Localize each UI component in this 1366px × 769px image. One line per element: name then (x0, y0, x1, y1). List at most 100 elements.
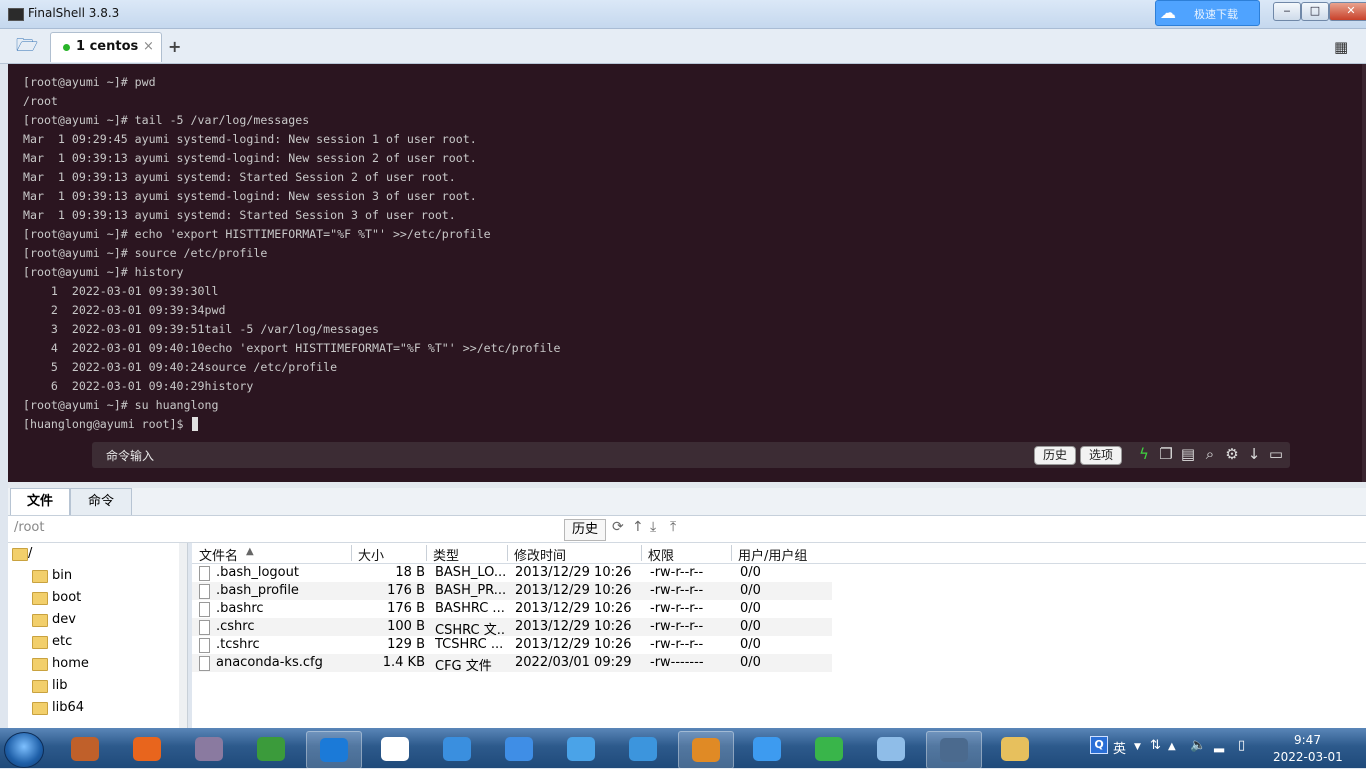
column-divider (426, 545, 427, 561)
folder-icon (32, 570, 48, 583)
tree-node-home[interactable]: home (8, 653, 183, 675)
terminal[interactable]: [root@ayumi ~]# pwd/root [root@ayumi ~]# … (8, 64, 1366, 482)
file-icon (199, 602, 210, 617)
file-row[interactable]: .tcshrc 129 B TCSHRC ... 2013/12/29 10:26 -r… (192, 636, 832, 654)
file-row[interactable]: .cshrc 100 B CSHRC 文... 2013/12/29 10:26 -rw… (192, 618, 832, 638)
file-name: .cshrc (216, 619, 255, 634)
file-modified: 2013/12/29 10:26 (515, 619, 632, 634)
terminal-line: Mar 1 09:29:45 ayumi systemd-logind: New… (23, 132, 477, 146)
taskbar-vmware-icon[interactable] (678, 731, 734, 769)
file-row[interactable]: anaconda-ks.cfg 1.4 KB CFG 文件 2022/03/01 09… (192, 654, 832, 674)
paste-icon[interactable]: ▤ (1178, 445, 1198, 463)
tab-label: 1 centos (76, 39, 139, 54)
clock-time[interactable]: 9:47 (1294, 733, 1321, 747)
download-icon[interactable]: ⤓ (650, 519, 656, 535)
history-button[interactable]: 历史 (1034, 446, 1076, 465)
terminal-line: 1 2022-03-01 09:39:30ll (23, 284, 219, 298)
tree-node-root[interactable]: / (8, 543, 183, 565)
tree-node-etc[interactable]: etc (8, 631, 183, 653)
path-bar: /root 历史 ⟳ ↑ ⤓ ⤒ (8, 516, 1366, 543)
maximize-button[interactable]: □ (1301, 2, 1329, 21)
tab-commands[interactable]: 命令 (70, 488, 132, 515)
column-header-permissions[interactable]: 权限 (648, 545, 674, 564)
minimize-button[interactable]: ‒ (1273, 2, 1301, 21)
taskbar-feishu-icon[interactable] (492, 731, 546, 767)
taskbar-chrome-icon[interactable] (244, 731, 298, 767)
ime-language[interactable]: 英 (1113, 738, 1126, 757)
terminal-line: [root@ayumi ~]# echo 'export HISTTIMEFOR… (23, 227, 491, 241)
taskbar-wechat-icon[interactable] (802, 731, 856, 767)
file-permissions: -rw-r--r-- (650, 583, 704, 598)
start-button[interactable] (4, 732, 44, 768)
column-header-owner[interactable]: 用户/用户组 (738, 545, 807, 564)
taskbar-chrome-canary-icon[interactable] (58, 731, 112, 767)
chat-1-glyph (567, 737, 595, 761)
taskbar-dvd-icon[interactable] (182, 731, 236, 767)
file-type: BASHRC ... (435, 601, 505, 616)
taskbar-notepad-icon[interactable] (864, 731, 918, 767)
lightning-icon[interactable]: ϟ (1134, 445, 1154, 463)
column-header-type[interactable]: 类型 (433, 545, 459, 564)
tab-files[interactable]: 文件 (10, 488, 70, 515)
file-size: 18 B (395, 565, 425, 580)
terminal-line: 5 2022-03-01 09:40:24source /etc/profile (23, 360, 338, 374)
terminal-line: [huanglong@ayumi root]$ (23, 417, 191, 431)
file-row[interactable]: .bash_profile 176 B BASH_PR... 2013/12/29 1… (192, 582, 832, 600)
folder-icon (32, 702, 48, 715)
gear-icon[interactable]: ⚙ (1222, 445, 1242, 463)
layout-grid-icon[interactable]: ▦ (1334, 38, 1348, 56)
upload-icon[interactable]: ⤒ (670, 519, 676, 535)
file-name: .bash_logout (216, 565, 299, 580)
add-tab-button[interactable]: + (168, 37, 181, 56)
battery-icon[interactable]: ▯ (1238, 738, 1245, 753)
file-permissions: -rw-r--r-- (650, 637, 704, 652)
taskbar-explorer-icon[interactable] (988, 731, 1042, 767)
terminal-line: [root@ayumi ~]# pwd (23, 75, 156, 89)
taskbar-pp-assistant-icon[interactable] (430, 731, 484, 767)
file-row[interactable]: .bash_logout 18 B BASH_LO... 2013/12/29 10:… (192, 564, 832, 582)
tab-close-icon[interactable]: × (143, 39, 154, 54)
path-history-button[interactable]: 历史 (564, 519, 606, 541)
file-name: .bash_profile (216, 583, 299, 598)
refresh-icon[interactable]: ⟳ (612, 519, 624, 535)
taskbar-firefox-icon[interactable] (120, 731, 174, 767)
tree-node-dev[interactable]: dev (8, 609, 183, 631)
file-row[interactable]: .bashrc 176 B BASHRC ... 2013/12/29 10:26 -r… (192, 600, 832, 618)
taskbar-remote-desktop-icon[interactable] (926, 731, 982, 769)
search-icon[interactable]: ⌕ (1200, 445, 1220, 463)
options-button[interactable]: 选项 (1080, 446, 1122, 465)
cloud-download-badge[interactable]: ☁ 极速下载 (1155, 0, 1260, 26)
path-input[interactable]: /root (14, 520, 44, 535)
remote-desktop-glyph (940, 738, 968, 762)
column-header-modified[interactable]: 修改时间 (514, 545, 566, 564)
tree-node-lib[interactable]: lib (8, 675, 183, 697)
taskbar-chat-1-icon[interactable] (554, 731, 608, 767)
network-tray-icon[interactable]: ⇅ (1150, 738, 1161, 753)
file-modified: 2013/12/29 10:26 (515, 637, 632, 652)
terminal-scrollbar[interactable] (1362, 64, 1366, 482)
input-method-icon[interactable]: Q (1090, 736, 1108, 754)
signal-icon[interactable]: ▂ (1214, 738, 1224, 753)
column-header-size[interactable]: 大小 (358, 545, 384, 564)
clock-date[interactable]: 2022-03-01 (1273, 750, 1343, 764)
parent-dir-icon[interactable]: ↑ (632, 519, 644, 535)
taskbar-qq-browser-icon[interactable] (306, 731, 362, 769)
tree-node-bin[interactable]: bin (8, 565, 183, 587)
taskbar-baidu-netdisk-icon[interactable] (740, 731, 794, 767)
tree-node-boot[interactable]: boot (8, 587, 183, 609)
command-input-bar[interactable]: 命令输入 历史 选项 ϟ ❐ ▤ ⌕ ⚙ ↓ ▭ (92, 442, 1290, 468)
column-header-name[interactable]: 文件名 (199, 545, 238, 564)
show-hidden-icons[interactable]: ▲ (1168, 741, 1176, 752)
download-arrow-icon[interactable]: ↓ (1244, 445, 1264, 463)
window-icon[interactable]: ▭ (1266, 445, 1286, 463)
taskbar-youku-icon[interactable] (368, 731, 422, 767)
close-button[interactable]: ✕ (1329, 2, 1366, 21)
copy-icon[interactable]: ❐ (1156, 445, 1176, 463)
tab-centos[interactable]: 1 centos × (50, 32, 162, 62)
taskbar-chat-2-icon[interactable] (616, 731, 670, 767)
volume-icon[interactable]: 🔈 (1190, 738, 1206, 753)
folder-icon[interactable]: 🗁 (10, 35, 44, 59)
tree-scrollbar[interactable] (179, 543, 187, 728)
tree-node-lib64[interactable]: lib64 (8, 697, 183, 719)
ime-dropdown-icon[interactable]: ▼ (1134, 742, 1141, 752)
